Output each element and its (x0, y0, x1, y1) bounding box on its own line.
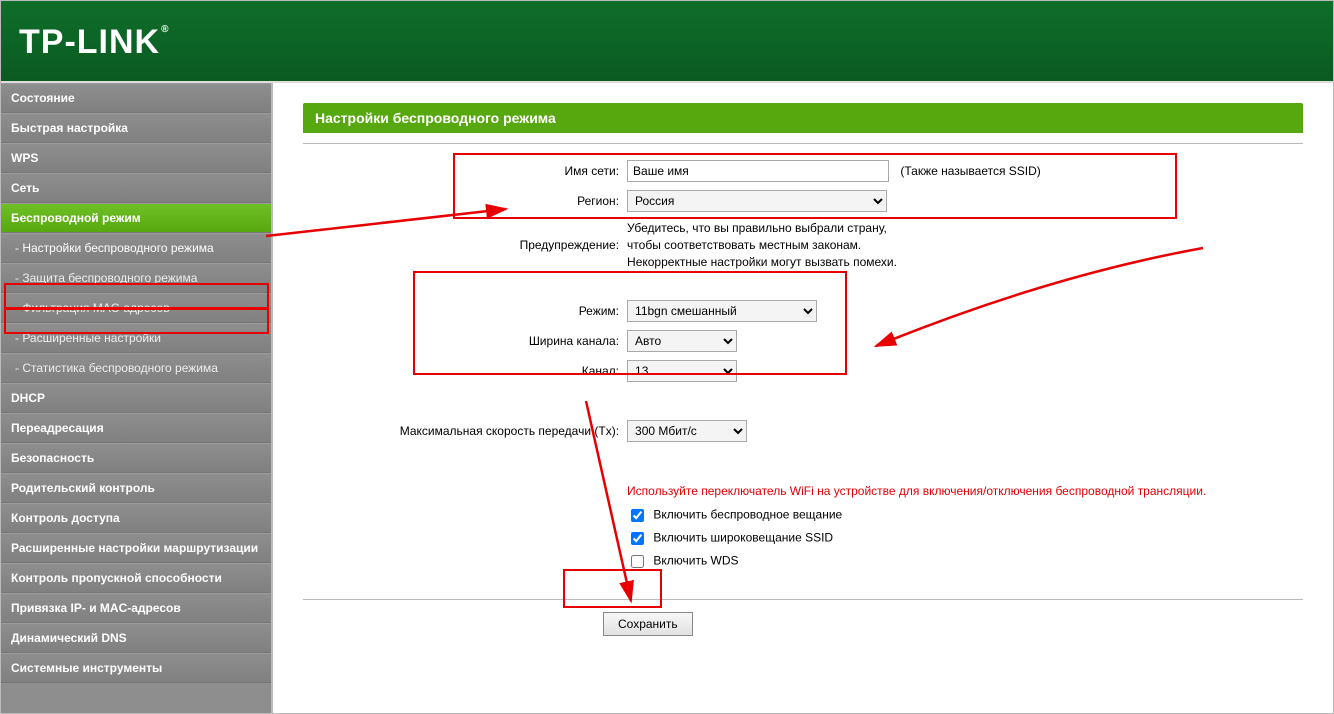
brand-logo: TP-LINK® (19, 23, 169, 62)
warn-text: Убедитесь, что вы правильно выбрали стра… (627, 216, 1206, 274)
chk-ssid-broadcast[interactable] (631, 532, 644, 545)
ssid-input[interactable] (627, 160, 889, 182)
wifi-switch-note: Используйте переключатель WiFi на устрой… (627, 484, 1206, 498)
sidebar-item-0[interactable]: Состояние (1, 83, 271, 113)
chk-wds-label: Включить WDS (653, 554, 738, 568)
maxrate-select[interactable]: 300 Мбит/с (627, 420, 747, 442)
chk-ssid-broadcast-label: Включить широковещание SSID (653, 531, 833, 545)
sidebar-item-7[interactable]: - Фильтрация MAC-адресов (1, 293, 271, 323)
region-label: Регион: (400, 186, 627, 216)
sidebar-item-3[interactable]: Сеть (1, 173, 271, 203)
channel-label: Канал: (400, 356, 627, 386)
sidebar-item-16[interactable]: Контроль пропускной способности (1, 563, 271, 593)
sidebar-item-9[interactable]: - Статистика беспроводного режима (1, 353, 271, 383)
region-select[interactable]: Россия (627, 190, 887, 212)
sidebar-item-17[interactable]: Привязка IP- и MAC-адресов (1, 593, 271, 623)
warn-label: Предупреждение: (400, 216, 627, 274)
sidebar-item-14[interactable]: Контроль доступа (1, 503, 271, 533)
channel-select[interactable]: 13 (627, 360, 737, 382)
header: TP-LINK® (1, 1, 1333, 83)
mode-label: Режим: (400, 296, 627, 326)
maxrate-label: Максимальная скорость передачи (Tx): (400, 416, 627, 446)
save-button[interactable]: Сохранить (603, 612, 693, 636)
sidebar-item-5[interactable]: - Настройки беспроводного режима (1, 233, 271, 263)
sidebar: СостояниеБыстрая настройкаWPSСетьБеспров… (1, 83, 273, 714)
page-title: Настройки беспроводного режима (303, 103, 1303, 133)
sidebar-item-10[interactable]: DHCP (1, 383, 271, 413)
mode-select[interactable]: 11bgn смешанный (627, 300, 817, 322)
sidebar-item-2[interactable]: WPS (1, 143, 271, 173)
divider (303, 599, 1303, 600)
sidebar-item-6[interactable]: - Защита беспроводного режима (1, 263, 271, 293)
sidebar-item-11[interactable]: Переадресация (1, 413, 271, 443)
divider (303, 143, 1303, 144)
ssid-note: (Также называется SSID) (900, 164, 1040, 178)
sidebar-item-19[interactable]: Системные инструменты (1, 653, 271, 683)
chk-wireless-broadcast[interactable] (631, 509, 644, 522)
chwidth-label: Ширина канала: (400, 326, 627, 356)
chk-wireless-broadcast-label: Включить беспроводное вещание (653, 508, 842, 522)
sidebar-item-13[interactable]: Родительский контроль (1, 473, 271, 503)
chk-wds[interactable] (631, 555, 644, 568)
sidebar-item-4[interactable]: Беспроводной режим (1, 203, 271, 233)
sidebar-item-12[interactable]: Безопасность (1, 443, 271, 473)
content-area: Настройки беспроводного режима Имя сети:… (273, 83, 1333, 714)
sidebar-item-8[interactable]: - Расширенные настройки (1, 323, 271, 353)
sidebar-item-1[interactable]: Быстрая настройка (1, 113, 271, 143)
sidebar-item-15[interactable]: Расширенные настройки маршрутизации (1, 533, 271, 563)
ssid-label: Имя сети: (400, 156, 627, 186)
sidebar-item-18[interactable]: Динамический DNS (1, 623, 271, 653)
chwidth-select[interactable]: Авто (627, 330, 737, 352)
